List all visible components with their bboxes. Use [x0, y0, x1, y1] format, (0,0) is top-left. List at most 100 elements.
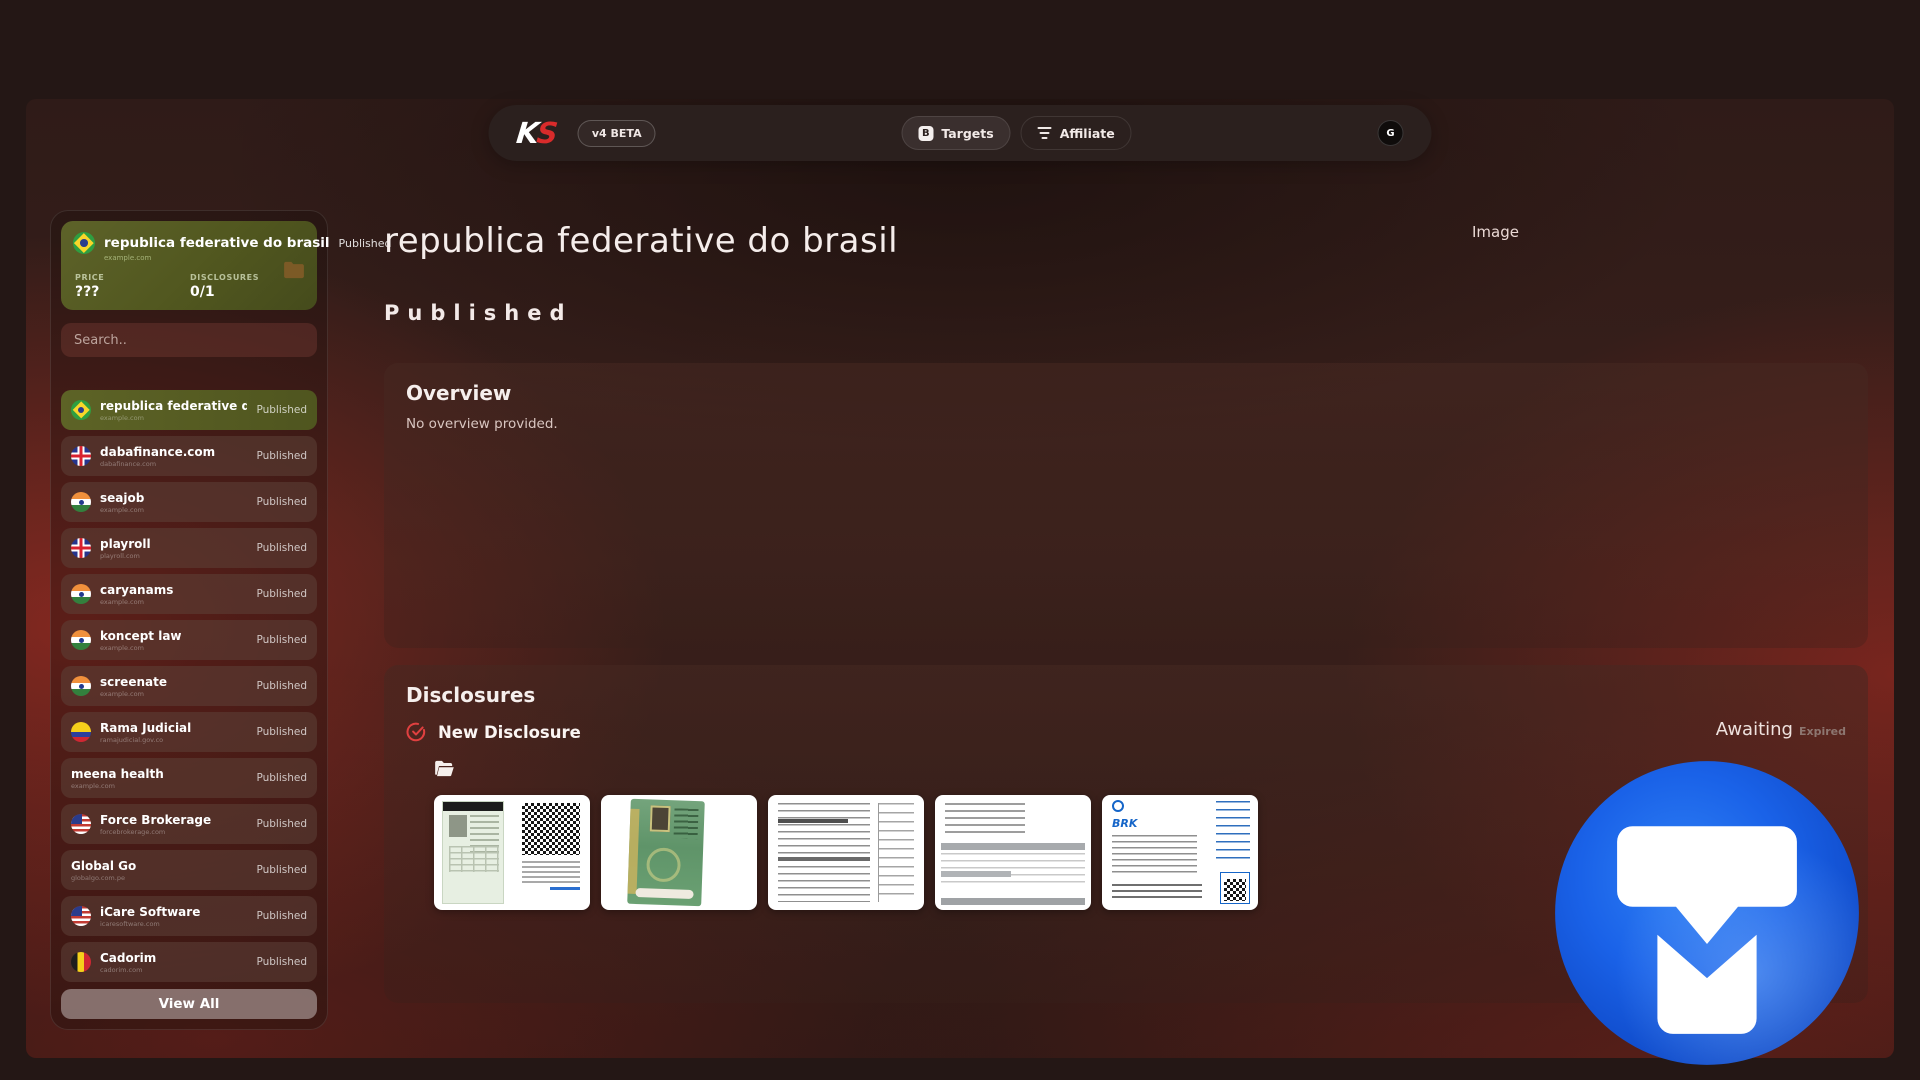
item-title: koncept law	[100, 629, 182, 643]
item-subtitle: dabafinance.com	[100, 460, 215, 468]
featured-title: republica federative do brasil	[104, 235, 330, 251]
list-item-rama-judicial[interactable]: Rama Judicialramajudicial.gov.co Publish…	[61, 712, 317, 752]
item-status: Published	[256, 818, 307, 830]
country-flag-icon	[71, 906, 91, 926]
page-title: republica federative do brasil	[384, 221, 1868, 261]
country-flag-icon	[71, 814, 91, 834]
overview-card: Overview No overview provided.	[384, 363, 1868, 648]
new-disclosure-label: New Disclosure	[438, 723, 581, 742]
thumbnail-form-document[interactable]	[768, 795, 924, 910]
disclosures-heading: Disclosures	[406, 683, 1846, 707]
crest-icon	[1112, 800, 1124, 812]
brk-logo-text: BRK	[1112, 817, 1137, 830]
thumbnail-id-card-with-qr[interactable]	[434, 795, 590, 910]
qr-code-art	[1224, 879, 1246, 901]
item-status: Published	[256, 634, 307, 646]
targets-list: republica federative do brasilexample.co…	[61, 390, 317, 982]
item-status: Published	[256, 910, 307, 922]
profile-badge[interactable]: G	[1378, 120, 1404, 146]
affiliate-button[interactable]: Affiliate	[1021, 116, 1132, 150]
item-subtitle: example.com	[100, 644, 182, 652]
price-stat: PRICE ???	[75, 273, 190, 300]
awaiting-label: Awaiting	[1716, 719, 1793, 740]
targets-sidebar: republica federative do brasil Published…	[50, 210, 328, 1030]
price-value: ???	[75, 284, 190, 300]
targets-icon: B	[918, 126, 933, 141]
thumbnail-utility-bill[interactable]: BRK	[1102, 795, 1258, 910]
affiliate-label: Affiliate	[1060, 126, 1115, 141]
country-flag-icon	[71, 446, 91, 466]
item-subtitle: example.com	[100, 414, 247, 422]
overview-heading: Overview	[406, 381, 1846, 405]
qr-code-art	[522, 803, 580, 855]
list-item-caryanams[interactable]: caryanamsexample.com Published	[61, 574, 317, 614]
portrait-photo	[650, 805, 671, 832]
nav-buttons: B Targets Affiliate	[901, 116, 1131, 150]
disclosures-value: 0/1	[190, 284, 305, 300]
list-item-cadorim[interactable]: Cadorimcadorim.com Published	[61, 942, 317, 982]
list-item-meena-health[interactable]: meena healthexample.com Published	[61, 758, 317, 798]
expired-label: Expired	[1799, 725, 1846, 738]
item-subtitle: example.com	[100, 506, 144, 514]
list-item-republica-federative-do-brasil[interactable]: republica federative do brasilexample.co…	[61, 390, 317, 430]
list-item-force-brokerage[interactable]: Force Brokerageforcebrokerage.com Publis…	[61, 804, 317, 844]
item-status: Published	[256, 956, 307, 968]
list-item-global-go[interactable]: Global Goglobalgo.com.pe Published	[61, 850, 317, 890]
green-document-art	[627, 799, 705, 907]
item-subtitle: icaresoftware.com	[100, 920, 200, 928]
item-title: dabafinance.com	[100, 445, 215, 459]
item-subtitle: playroll.com	[100, 552, 151, 560]
search-input[interactable]	[61, 323, 317, 357]
item-status: Published	[256, 404, 307, 416]
item-subtitle: globalgo.com.pe	[71, 874, 136, 882]
featured-row: republica federative do brasil Published	[73, 232, 305, 254]
list-item-screenate[interactable]: screenateexample.com Published	[61, 666, 317, 706]
item-title: Cadorim	[100, 951, 156, 965]
brazil-flag-icon	[73, 232, 95, 254]
item-subtitle: ramajudicial.gov.co	[100, 736, 191, 744]
item-status: Published	[256, 450, 307, 462]
country-flag-icon	[71, 400, 91, 420]
form-lines-art	[778, 803, 870, 902]
thumbnail-invoice-document[interactable]	[935, 795, 1091, 910]
country-flag-icon	[71, 630, 91, 650]
item-subtitle: example.com	[71, 782, 164, 790]
list-item-playroll[interactable]: playrollplayroll.com Published	[61, 528, 317, 568]
item-status: Published	[256, 726, 307, 738]
item-subtitle: forcebrokerage.com	[100, 828, 211, 836]
awaiting-status: Awaiting Expired	[1716, 719, 1846, 740]
list-item-koncept-law[interactable]: koncept lawexample.com Published	[61, 620, 317, 660]
featured-target-card[interactable]: republica federative do brasil Published…	[61, 221, 317, 310]
ks-logo[interactable]: KS	[515, 116, 558, 150]
item-title: playroll	[100, 537, 151, 551]
new-disclosure-row[interactable]: New Disclosure	[406, 722, 1846, 742]
featured-subtitle: example.com	[104, 254, 305, 262]
thumbnail-green-id-document[interactable]	[601, 795, 757, 910]
invoice-art	[945, 803, 1025, 837]
open-folder-icon	[434, 760, 455, 777]
portrait-photo	[449, 815, 467, 837]
item-status: Published	[256, 864, 307, 876]
item-title: caryanams	[100, 583, 173, 597]
list-item-seajob[interactable]: seajobexample.com Published	[61, 482, 317, 522]
featured-stats: PRICE ??? DISCLOSURES 0/1	[75, 273, 305, 300]
list-item-dabafinance[interactable]: dabafinance.comdabafinance.com Published	[61, 436, 317, 476]
check-circle-icon	[406, 722, 426, 742]
version-badge: v4 BETA	[578, 120, 656, 147]
id-card-art	[442, 801, 504, 904]
item-status: Published	[256, 542, 307, 554]
item-title: Force Brokerage	[100, 813, 211, 827]
item-title: Global Go	[71, 859, 136, 873]
item-status: Published	[256, 588, 307, 600]
page: { "nav": { "logo_k": "K", "logo_s": "S",…	[0, 0, 1920, 1080]
country-flag-icon	[71, 584, 91, 604]
item-title: meena health	[71, 767, 164, 781]
targets-button[interactable]: B Targets	[901, 116, 1010, 150]
targets-label: Targets	[941, 126, 993, 141]
view-all-button[interactable]: View All	[61, 989, 317, 1019]
item-subtitle: example.com	[100, 690, 167, 698]
page-status: Published	[384, 301, 1868, 325]
chat-widget-logo[interactable]	[1552, 758, 1862, 1068]
overview-body: No overview provided.	[406, 416, 1846, 432]
list-item-icare-software[interactable]: iCare Softwareicaresoftware.com Publishe…	[61, 896, 317, 936]
